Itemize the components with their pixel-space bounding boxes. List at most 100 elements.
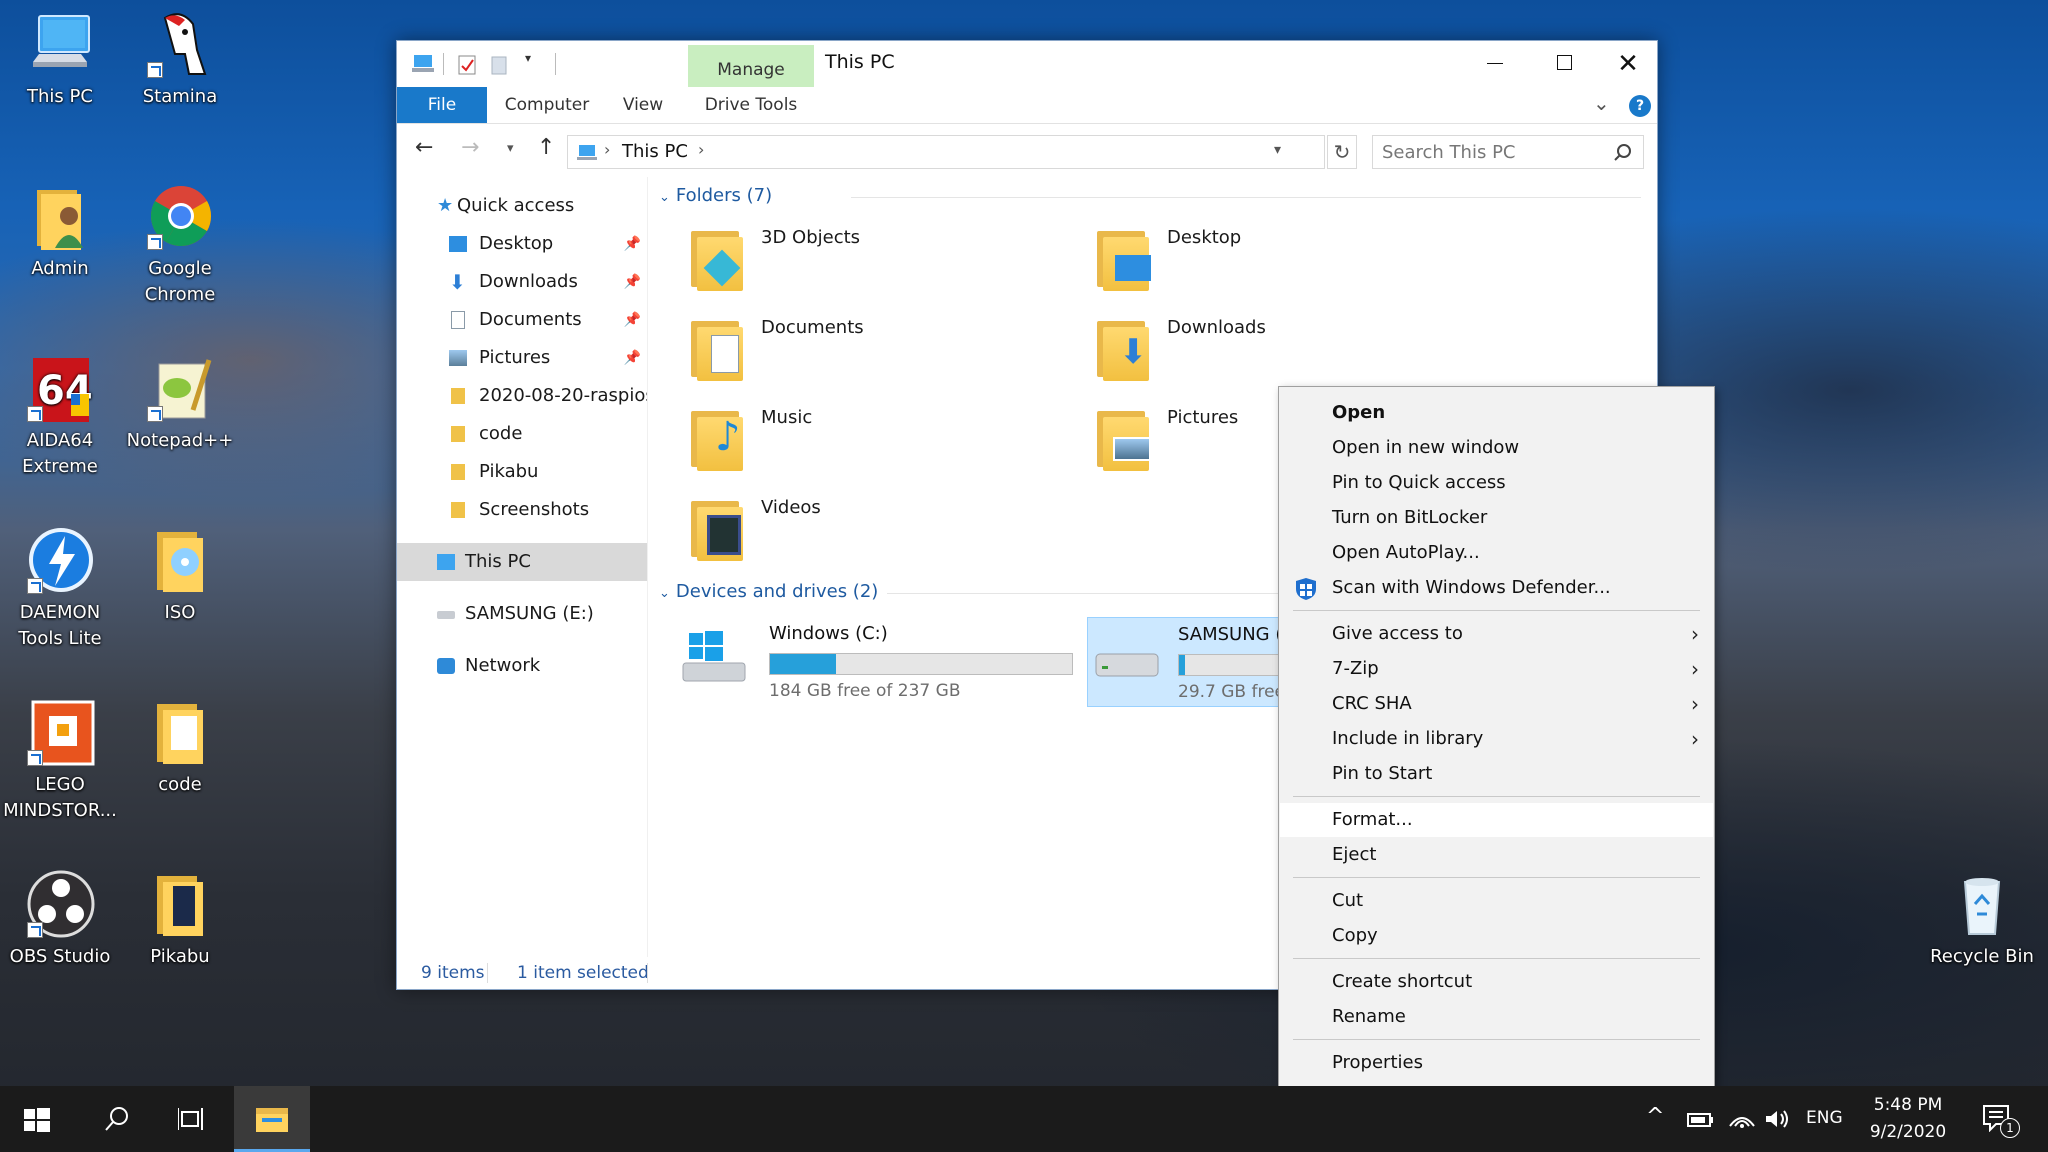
sidebar-item-this-pc[interactable]: This PC xyxy=(397,543,647,581)
pin-icon[interactable]: 📌 xyxy=(624,301,641,339)
folder-icon xyxy=(451,426,465,442)
sidebar-item-documents[interactable]: Documents 📌 xyxy=(397,301,647,339)
desktop-icon-code[interactable]: code xyxy=(120,698,240,798)
sidebar-item-downloads[interactable]: ⬇ Downloads 📌 xyxy=(397,263,647,301)
desktop-icon-recycle-bin[interactable]: Recycle Bin xyxy=(1922,870,2042,970)
refresh-button[interactable]: ↻ xyxy=(1327,135,1357,169)
battery-icon[interactable] xyxy=(1686,1108,1714,1130)
menu-item-pin-start[interactable]: Pin to Start xyxy=(1280,757,1713,791)
folder-desktop[interactable]: Desktop xyxy=(1093,223,1493,303)
drive-windows-c[interactable]: Windows (C:) 184 GB free of 237 GB xyxy=(681,621,1085,709)
desktop-icon-stamina[interactable]: Stamina xyxy=(120,10,240,110)
desktop-icon-obs[interactable]: OBS Studio xyxy=(0,870,120,970)
task-view-button[interactable] xyxy=(154,1086,230,1152)
sidebar-item-code[interactable]: code xyxy=(397,415,647,453)
computer-icon xyxy=(437,554,455,570)
menu-item-properties[interactable]: Properties xyxy=(1280,1046,1713,1080)
maximize-button[interactable] xyxy=(1535,41,1595,87)
breadcrumb[interactable]: This PC xyxy=(622,141,688,162)
menu-item-create-shortcut[interactable]: Create shortcut xyxy=(1280,965,1713,999)
folders-group-header[interactable]: ⌄ Folders (7) xyxy=(659,185,772,206)
tab-computer[interactable]: Computer xyxy=(497,87,597,123)
pin-icon[interactable]: 📌 xyxy=(624,339,641,377)
desktop-icon-admin[interactable]: Admin xyxy=(0,182,120,282)
devices-group-header[interactable]: ⌄ Devices and drives (2) xyxy=(659,581,878,602)
sidebar-item-raspios[interactable]: 2020-08-20-raspios xyxy=(397,377,647,415)
input-language-indicator[interactable]: ENG xyxy=(1806,1108,1843,1128)
menu-item-format[interactable]: Format... xyxy=(1280,803,1713,837)
desktop-icon-chrome[interactable]: Google Chrome xyxy=(120,182,240,308)
tab-file[interactable]: File xyxy=(397,87,487,123)
pin-icon[interactable]: 📌 xyxy=(624,263,641,301)
wifi-icon[interactable] xyxy=(1728,1108,1756,1130)
desktop-icon-this-pc[interactable]: This PC xyxy=(0,10,120,110)
sidebar-item-pictures[interactable]: Pictures 📌 xyxy=(397,339,647,377)
sidebar-item-pikabu[interactable]: Pikabu xyxy=(397,453,647,491)
expand-ribbon-chevron-icon[interactable]: ⌄ xyxy=(1593,91,1610,115)
menu-item-pin-quick-access[interactable]: Pin to Quick access xyxy=(1280,466,1713,500)
sidebar-item-samsung[interactable]: SAMSUNG (E:) xyxy=(397,595,647,633)
menu-item-copy[interactable]: Copy xyxy=(1280,919,1713,953)
desktop-icon-iso[interactable]: ISO xyxy=(120,526,240,626)
folder-documents[interactable]: Documents xyxy=(687,313,1087,393)
close-button[interactable]: ✕ xyxy=(1597,41,1659,87)
back-button[interactable]: ← xyxy=(415,135,433,160)
desktop-icon-pikabu[interactable]: Pikabu xyxy=(120,870,240,970)
menu-item-cut[interactable]: Cut xyxy=(1280,884,1713,918)
tab-view[interactable]: View xyxy=(613,87,673,123)
customize-quick-access-icon[interactable]: ▾ xyxy=(525,51,531,65)
clock-date: 9/2/2020 xyxy=(1869,1122,1947,1142)
menu-item-open-new-window[interactable]: Open in new window xyxy=(1280,431,1713,465)
action-center-button[interactable]: 1 xyxy=(1982,1100,2026,1140)
manage-contextual-tab-header[interactable]: Manage xyxy=(688,45,814,87)
sidebar-item-screenshots[interactable]: Screenshots xyxy=(397,491,647,529)
menu-item-crc-sha[interactable]: CRC SHA › xyxy=(1280,687,1713,721)
menu-item-give-access[interactable]: Give access to › xyxy=(1280,617,1713,651)
menu-item-include-library[interactable]: Include in library › xyxy=(1280,722,1713,756)
pin-icon[interactable]: 📌 xyxy=(624,225,641,263)
search-button[interactable] xyxy=(78,1086,154,1152)
breadcrumb-separator-icon[interactable]: › xyxy=(698,140,704,159)
clock[interactable]: 5:48 PM 9/2/2020 xyxy=(1856,1092,1960,1146)
sidebar-item-quick-access[interactable]: ★ Quick access xyxy=(397,187,647,225)
menu-item-turn-on-bitlocker[interactable]: Turn on BitLocker xyxy=(1280,501,1713,535)
desktop-icon-daemon-tools[interactable]: DAEMON Tools Lite xyxy=(0,526,120,652)
address-history-chevron-icon[interactable]: ▾ xyxy=(1274,142,1281,158)
folder-downloads[interactable]: ⬇ Downloads xyxy=(1093,313,1493,393)
folder-3d-objects[interactable]: 3D Objects xyxy=(687,223,1087,303)
menu-item-rename[interactable]: Rename xyxy=(1280,1000,1713,1034)
menu-item-7zip[interactable]: 7-Zip › xyxy=(1280,652,1713,686)
drive-samsung-e[interactable]: SAMSUNG (E:) 29.7 GB free xyxy=(1087,617,1281,707)
menu-item-scan-defender[interactable]: Scan with Windows Defender... xyxy=(1280,571,1713,605)
search-box[interactable]: Search This PC xyxy=(1372,135,1644,169)
desktop-icon-notepadpp[interactable]: Notepad++ xyxy=(120,354,240,454)
folder-name: Downloads xyxy=(1167,317,1266,338)
desktop-icon-lego-mindstorms[interactable]: LEGO MINDSTOR... xyxy=(0,698,120,824)
sidebar-item-desktop[interactable]: Desktop 📌 xyxy=(397,225,647,263)
minimize-button[interactable] xyxy=(1465,41,1525,87)
new-folder-icon[interactable] xyxy=(489,54,509,76)
tab-drive-tools[interactable]: Drive Tools xyxy=(688,87,814,123)
start-button[interactable] xyxy=(0,1086,76,1152)
properties-icon[interactable] xyxy=(457,54,477,76)
sidebar-item-network[interactable]: Network xyxy=(397,647,647,685)
menu-item-eject[interactable]: Eject xyxy=(1280,838,1713,872)
menu-item-open-autoplay[interactable]: Open AutoPlay... xyxy=(1280,536,1713,570)
folder-videos[interactable]: Videos xyxy=(687,493,1087,573)
group-title: Folders (7) xyxy=(675,185,773,206)
show-hidden-icons-chevron-icon[interactable]: ^ xyxy=(1646,1104,1664,1129)
volume-icon[interactable] xyxy=(1764,1108,1792,1130)
folder-music[interactable]: ♪ Music xyxy=(687,403,1087,483)
recent-locations-chevron-icon[interactable]: ▾ xyxy=(507,141,514,156)
taskbar-file-explorer[interactable] xyxy=(234,1086,310,1152)
search-input[interactable]: Search This PC xyxy=(1382,142,1516,163)
context-menu: Open Open in new window Pin to Quick acc… xyxy=(1278,386,1715,1088)
forward-button[interactable]: → xyxy=(461,135,479,160)
up-button[interactable]: ↑ xyxy=(537,135,555,160)
desktop-icon-aida64[interactable]: 64 AIDA64 Extreme xyxy=(0,354,120,480)
menu-item-open[interactable]: Open xyxy=(1280,396,1713,430)
folder-name: Pictures xyxy=(1167,407,1239,428)
address-bar[interactable]: › This PC › ▾ xyxy=(567,135,1325,169)
help-button[interactable]: ? xyxy=(1629,95,1651,117)
group-title: Devices and drives (2) xyxy=(675,581,879,602)
